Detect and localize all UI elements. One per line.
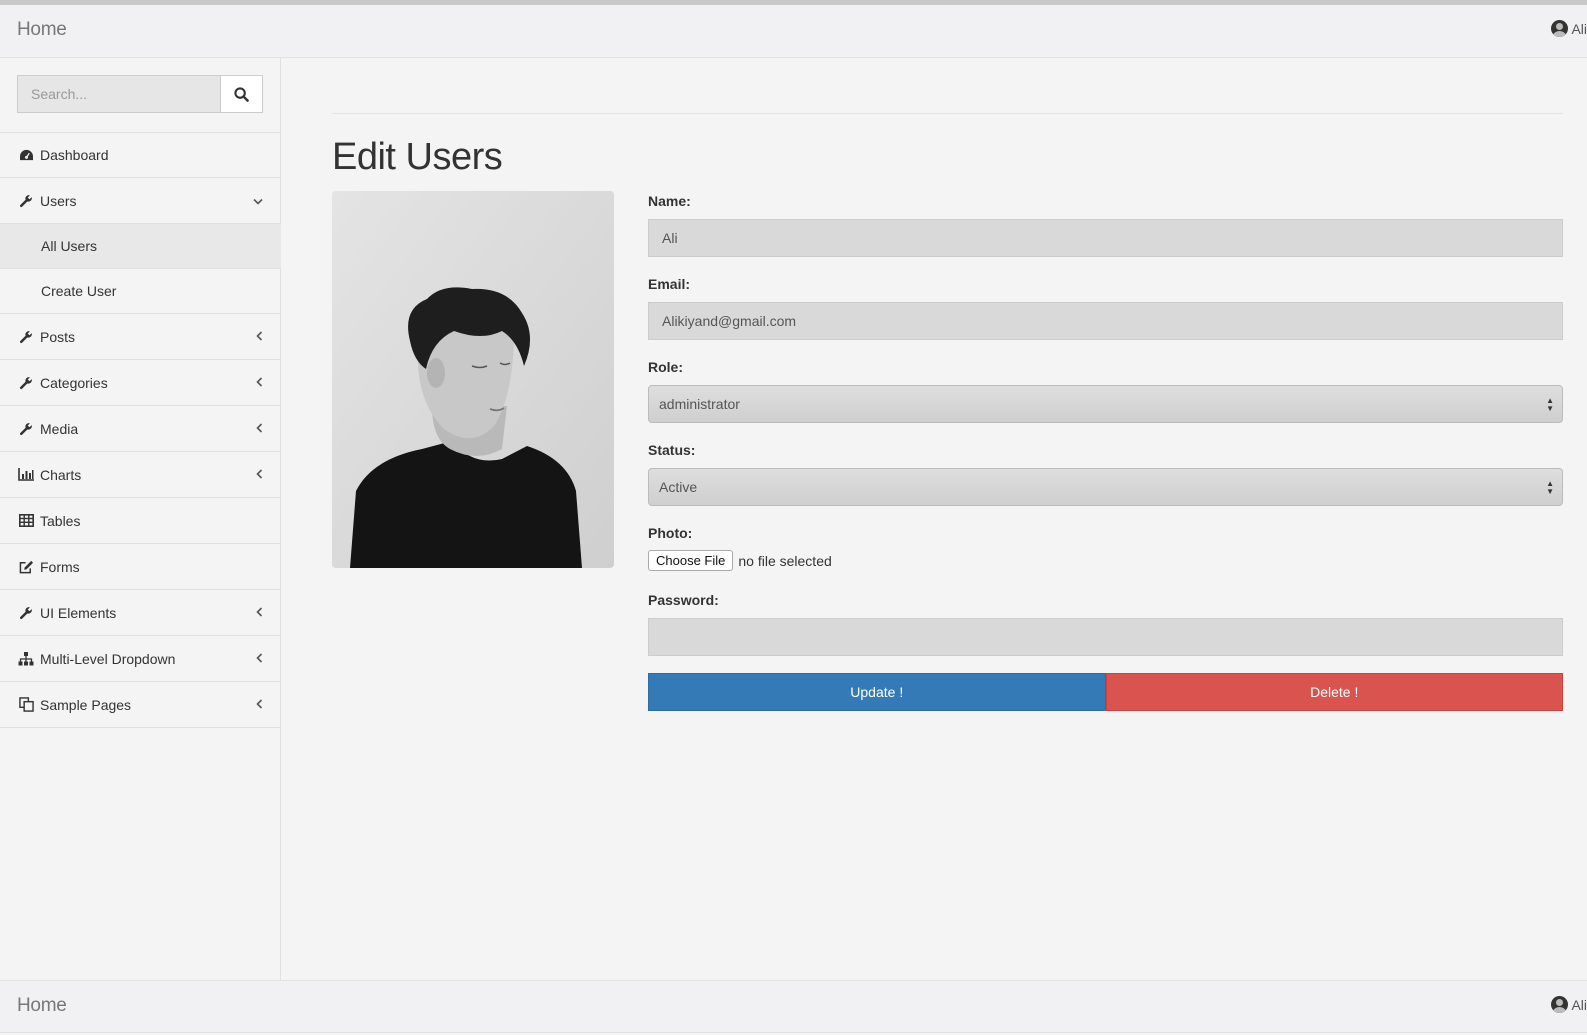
wrench-icon <box>18 329 34 345</box>
sidebar-item-categories[interactable]: Categories <box>0 360 281 406</box>
choose-file-button[interactable]: Choose File <box>648 550 734 571</box>
name-label: Name: <box>648 193 691 209</box>
file-status-text: no file selected <box>738 552 832 569</box>
sidebar-item-label: Categories <box>40 374 108 391</box>
dashboard-icon <box>18 147 34 163</box>
chevron-down-icon <box>253 193 263 208</box>
select-arrows-icon: ▲ ▼ <box>1546 396 1554 413</box>
sidebar-item-users[interactable]: Users <box>0 178 281 224</box>
email-input[interactable]: Alikiyand@gmail.com <box>648 302 1563 340</box>
sidebar-item-label: Tables <box>40 512 81 529</box>
status-selected-value: Active <box>659 479 698 495</box>
user-avatar-icon <box>1551 20 1569 37</box>
footer-user-menu[interactable]: Ali <box>1551 996 1587 1013</box>
sidebar-item-dashboard[interactable]: Dashboard <box>0 132 281 178</box>
user-menu[interactable]: Ali <box>1551 20 1587 37</box>
sidebar-item-label: Users <box>40 192 77 209</box>
footer-brand[interactable]: Home <box>17 995 67 1017</box>
sidebar-item-sample-pages[interactable]: Sample Pages <box>0 682 281 728</box>
sidebar-item-label: Sample Pages <box>40 696 132 713</box>
sidebar-item-label: Dashboard <box>40 147 109 163</box>
sidebar-subitem-all-users[interactable]: All Users <box>0 224 281 269</box>
sidebar-item-posts[interactable]: Posts <box>0 314 281 360</box>
sidebar-subitem-create-user[interactable]: Create User <box>0 269 281 314</box>
chevron-left-icon <box>256 421 263 436</box>
sidebar-subitem-label: All Users <box>41 238 98 254</box>
password-label: Password: <box>648 592 719 608</box>
wrench-icon <box>18 421 34 437</box>
user-photo <box>332 191 614 568</box>
form-actions: Update ! Delete ! <box>648 673 1563 711</box>
chevron-left-icon <box>256 651 263 666</box>
user-name: Ali <box>1571 20 1587 37</box>
sidebar-item-ui-elements[interactable]: UI Elements <box>0 590 281 636</box>
sidebar-item-label: Posts <box>40 328 76 345</box>
password-input[interactable] <box>648 618 1563 656</box>
table-icon <box>18 513 34 529</box>
bottom-navbar: Home Ali <box>0 980 1587 1033</box>
sidebar-item-charts[interactable]: Charts <box>0 452 281 498</box>
select-arrows-icon: ▲ ▼ <box>1546 479 1554 496</box>
divider <box>332 113 1563 114</box>
delete-button[interactable]: Delete ! <box>1105 673 1563 711</box>
status-label: Status: <box>648 442 696 458</box>
sidebar-item-label: Charts <box>40 466 82 483</box>
footer-user-name: Ali <box>1571 996 1587 1013</box>
sidebar-subitem-label: Create User <box>41 283 117 299</box>
navbar-brand[interactable]: Home <box>17 19 67 41</box>
chevron-left-icon <box>256 697 263 712</box>
photo-file-input: Choose File no file selected <box>648 550 832 571</box>
sidebar-item-label: Media <box>40 420 79 437</box>
update-button[interactable]: Update ! <box>648 673 1106 711</box>
email-label: Email: <box>648 276 691 292</box>
sidebar: Dashboard Users All Users Create User Po… <box>0 58 281 980</box>
bar-chart-icon <box>18 467 34 483</box>
sidebar-item-multi-level-dropdown[interactable]: Multi-Level Dropdown <box>0 636 281 682</box>
wrench-icon <box>18 375 34 391</box>
edit-icon <box>18 559 34 575</box>
wrench-icon <box>18 605 34 621</box>
user-avatar-icon <box>1551 996 1569 1013</box>
name-input[interactable]: Ali <box>648 219 1563 257</box>
photo-label: Photo: <box>648 525 693 541</box>
chevron-left-icon <box>256 375 263 390</box>
role-select[interactable]: administrator ▲ ▼ <box>648 385 1563 423</box>
search-input[interactable] <box>17 75 221 113</box>
sidebar-item-forms[interactable]: Forms <box>0 544 281 590</box>
copy-icon <box>18 697 34 713</box>
sidebar-item-tables[interactable]: Tables <box>0 498 281 544</box>
sidebar-item-media[interactable]: Media <box>0 406 281 452</box>
chevron-left-icon <box>256 329 263 344</box>
search-button[interactable] <box>221 75 263 113</box>
chevron-left-icon <box>256 605 263 620</box>
search-icon <box>234 86 249 102</box>
sidebar-item-label: Multi-Level Dropdown <box>40 650 176 667</box>
wrench-icon <box>18 193 34 209</box>
sidebar-search <box>17 75 263 113</box>
sidebar-item-label: UI Elements <box>40 604 117 621</box>
top-navbar: Home Ali <box>0 5 1587 58</box>
sitemap-icon <box>18 651 34 667</box>
role-label: Role: <box>648 359 683 375</box>
sidebar-item-label: Forms <box>40 558 80 575</box>
role-selected-value: administrator <box>659 396 740 412</box>
sidebar-menu: Dashboard Users All Users Create User Po… <box>0 132 281 728</box>
chevron-left-icon <box>256 467 263 482</box>
page-title: Edit Users <box>332 136 503 178</box>
status-select[interactable]: Active ▲ ▼ <box>648 468 1563 506</box>
